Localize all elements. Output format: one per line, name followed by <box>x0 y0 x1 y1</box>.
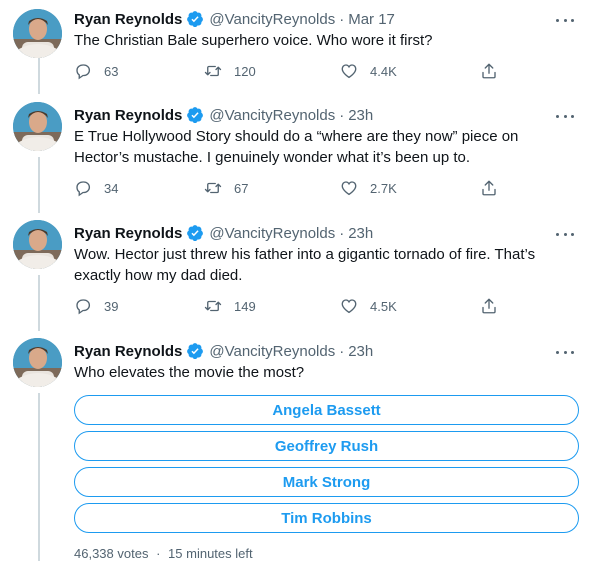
author-handle[interactable]: @VancityReynolds <box>209 225 335 242</box>
poll-time-left: 15 minutes left <box>168 546 253 561</box>
like-count: 2.7K <box>370 180 397 196</box>
heart-icon <box>341 64 357 79</box>
share-icon <box>482 63 496 79</box>
like-button[interactable]: 4.5K <box>340 295 397 317</box>
share-icon <box>482 180 496 196</box>
avatar-image <box>13 338 62 387</box>
separator-dot: · <box>339 106 345 124</box>
reply-icon <box>76 299 91 315</box>
avatar-image <box>13 9 62 58</box>
thread-line <box>38 275 40 331</box>
avatar-image <box>13 220 62 269</box>
tweet-text: The Christian Bale superhero voice. Who … <box>74 32 433 49</box>
author-handle[interactable]: @VancityReynolds <box>209 107 335 124</box>
separator-dot: · <box>339 224 345 242</box>
like-count: 4.5K <box>370 298 397 314</box>
tweet-text: Who elevates the movie the most? <box>74 364 305 381</box>
more-dots-icon[interactable] <box>556 112 574 120</box>
poll-option[interactable]: Angela Bassett <box>74 395 579 425</box>
retweet-count: 149 <box>234 298 256 314</box>
author-handle[interactable]: @VancityReynolds <box>209 11 335 28</box>
verified-badge-icon <box>186 224 204 242</box>
share-button[interactable] <box>480 177 498 199</box>
thread-line <box>38 393 40 561</box>
poll-vote-count: 46,338 votes <box>74 546 149 561</box>
separator-dot: · <box>339 10 345 28</box>
reply-icon <box>76 181 91 197</box>
reply-button[interactable]: 39 <box>74 295 118 317</box>
tweet-timestamp[interactable]: Mar 17 <box>348 11 395 28</box>
retweet-count: 67 <box>234 180 249 196</box>
more-dots-icon[interactable] <box>556 16 574 24</box>
avatar[interactable] <box>13 102 62 151</box>
poll-option[interactable]: Tim Robbins <box>74 503 579 533</box>
thread-line <box>38 157 40 213</box>
author-name[interactable]: Ryan Reynolds <box>74 107 182 124</box>
separator-dot: · <box>156 546 161 561</box>
reply-count: 34 <box>104 180 119 196</box>
author-name[interactable]: Ryan Reynolds <box>74 225 182 242</box>
retweet-button[interactable]: 67 <box>204 177 248 199</box>
author-name[interactable]: Ryan Reynolds <box>74 11 182 28</box>
like-button[interactable]: 4.4K <box>340 60 397 82</box>
avatar[interactable] <box>13 220 62 269</box>
separator-dot: · <box>339 342 345 360</box>
author-handle[interactable]: @VancityReynolds <box>209 343 335 360</box>
poll-option[interactable]: Mark Strong <box>74 467 579 497</box>
avatar-image <box>13 102 62 151</box>
tweet-actions: 63 120 4.4K <box>74 60 514 82</box>
retweet-icon <box>204 300 222 312</box>
tweet-text: Wow. Hector just threw his father into a… <box>74 246 536 284</box>
heart-icon <box>341 299 357 314</box>
reply-icon <box>76 64 91 80</box>
verified-badge-icon <box>186 342 204 360</box>
thread-line <box>38 58 40 94</box>
verified-badge-icon <box>186 10 204 28</box>
retweet-icon <box>204 182 222 194</box>
tweet-timestamp[interactable]: 23h <box>348 225 373 242</box>
retweet-icon <box>204 65 222 77</box>
more-dots-icon[interactable] <box>556 348 574 356</box>
poll-option[interactable]: Geoffrey Rush <box>74 431 579 461</box>
reply-button[interactable]: 34 <box>74 177 118 199</box>
like-button[interactable]: 2.7K <box>340 177 397 199</box>
retweet-button[interactable]: 120 <box>204 60 256 82</box>
retweet-button[interactable]: 149 <box>204 295 256 317</box>
share-icon <box>482 298 496 314</box>
poll-meta: 46,338 votes · 15 minutes left <box>74 546 253 561</box>
reply-count: 39 <box>104 298 119 314</box>
like-count: 4.4K <box>370 63 397 79</box>
verified-badge-icon <box>186 106 204 124</box>
tweet-actions: 34 67 2.7K <box>74 177 514 199</box>
avatar[interactable] <box>13 338 62 387</box>
reply-button[interactable]: 63 <box>74 60 118 82</box>
tweet-text: E True Hollywood Story should do a “wher… <box>74 128 519 166</box>
share-button[interactable] <box>480 60 498 82</box>
tweet-timestamp[interactable]: 23h <box>348 107 373 124</box>
more-dots-icon[interactable] <box>556 230 574 238</box>
author-name[interactable]: Ryan Reynolds <box>74 343 182 360</box>
heart-icon <box>341 181 357 196</box>
tweet-actions: 39 149 4.5K <box>74 295 514 317</box>
avatar[interactable] <box>13 9 62 58</box>
share-button[interactable] <box>480 295 498 317</box>
reply-count: 63 <box>104 63 119 79</box>
tweet-timestamp[interactable]: 23h <box>348 343 373 360</box>
retweet-count: 120 <box>234 63 256 79</box>
